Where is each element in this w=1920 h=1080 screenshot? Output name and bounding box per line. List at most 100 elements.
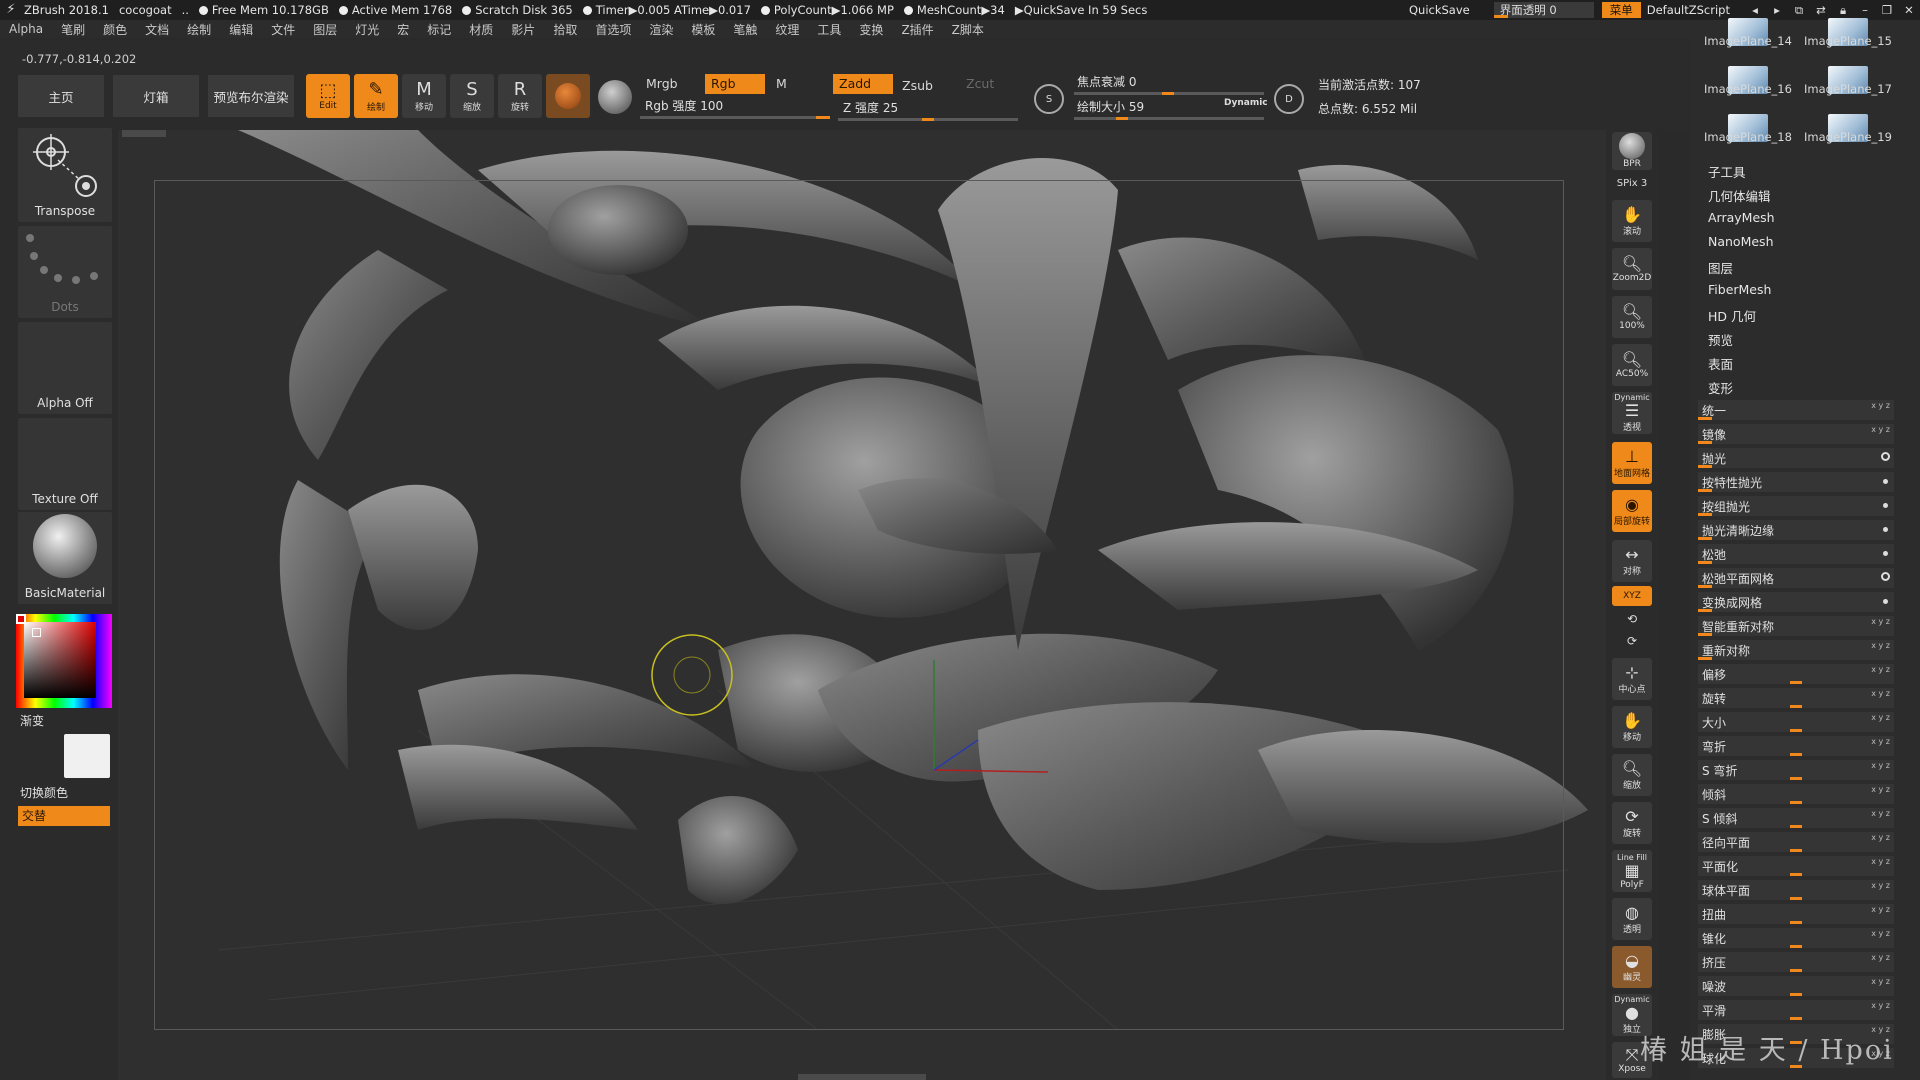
xyz-axis-toggle[interactable]: x y z (1871, 665, 1890, 674)
ghost-button[interactable]: ◒ 幽灵 (1612, 946, 1652, 988)
deformation-row[interactable]: 扭曲 x y z (1698, 904, 1894, 924)
dynamic-size-toggle[interactable]: Dynamic (1224, 98, 1268, 108)
menu-item[interactable]: Alpha (0, 22, 52, 36)
draw-button[interactable]: ✎ 绘制 (354, 74, 398, 118)
xyz-axis-toggle[interactable]: x y z (1871, 977, 1890, 986)
deformation-slider-knob[interactable] (1790, 801, 1802, 804)
option-ring-icon[interactable] (1881, 452, 1890, 461)
lock-icon[interactable]: 🔒︎ (1832, 3, 1854, 18)
deformation-row[interactable]: 旋转 x y z (1698, 688, 1894, 708)
xyz-axis-toggle[interactable]: x y z (1871, 857, 1890, 866)
lightbox-tab[interactable]: 灯箱 (113, 75, 199, 117)
deformation-row[interactable]: 弯折 x y z (1698, 736, 1894, 756)
menu-item[interactable]: 拾取 (544, 21, 586, 38)
deformation-slider-knob[interactable] (1790, 873, 1802, 876)
xyz-axis-toggle[interactable]: x y z (1871, 833, 1890, 842)
xyz-axis-toggle[interactable]: x y z (1871, 689, 1890, 698)
half-size-button[interactable]: 🔍︎ AC50% (1612, 344, 1652, 386)
deformation-slider-knob[interactable] (1790, 945, 1802, 948)
mrgb-toggle[interactable]: Mrgb (640, 74, 690, 94)
home-tab[interactable]: 主页 (18, 75, 104, 117)
deformation-slider-knob[interactable] (1790, 969, 1802, 972)
deformation-row[interactable]: 按特性抛光 (1698, 472, 1894, 492)
deformation-row[interactable]: 锥化 x y z (1698, 928, 1894, 948)
menu-item[interactable]: 笔刷 (52, 21, 94, 38)
deformation-row[interactable]: 松弛平面网格 (1698, 568, 1894, 588)
deformation-slider-knob[interactable] (1790, 753, 1802, 756)
move-view-button[interactable]: ✋ 移动 (1612, 706, 1652, 748)
deformation-row[interactable]: 噪波 x y z (1698, 976, 1894, 996)
menu-item[interactable]: 颜色 (94, 21, 136, 38)
focal-shift-knob[interactable] (1162, 92, 1174, 95)
deformation-row[interactable]: 平滑 x y z (1698, 1000, 1894, 1020)
deformation-row[interactable]: 变换成网格 (1698, 592, 1894, 612)
scroll-right-icon[interactable]: ▸ (1766, 3, 1788, 17)
deformation-slider-knob[interactable] (1790, 729, 1802, 732)
menu-button[interactable]: 菜单 (1601, 2, 1641, 18)
menu-item[interactable]: 标记 (418, 21, 460, 38)
deformation-slider-knob[interactable] (1790, 993, 1802, 996)
tool-submenu-item[interactable]: NanoMesh (1708, 234, 1774, 249)
scale-button[interactable]: S 缩放 (450, 74, 494, 118)
canvas-viewport[interactable] (118, 130, 1606, 1080)
texture-thumbnail[interactable]: Texture Off (18, 418, 112, 510)
rgb-intensity-slider[interactable] (640, 116, 830, 119)
main-color-swatch[interactable] (16, 614, 26, 624)
deformation-row[interactable]: 智能重新对称 x y z (1698, 616, 1894, 636)
alternate-button[interactable]: 交替 (18, 806, 110, 826)
tool-submenu-item[interactable]: 几何体编辑 (1708, 186, 1771, 205)
zsub-toggle[interactable]: Zsub (896, 76, 946, 96)
xyz-axis-toggle[interactable]: x y z (1871, 641, 1890, 650)
deformation-row[interactable]: S 倾斜 x y z (1698, 808, 1894, 828)
zadd-toggle[interactable]: Zadd (833, 74, 893, 94)
deformation-row[interactable]: 按组抛光 (1698, 496, 1894, 516)
window-swap-icon[interactable]: ⇄ (1810, 3, 1832, 17)
option-dot-icon[interactable] (1883, 599, 1888, 604)
switch-color-button[interactable]: 切换颜色 (20, 784, 68, 801)
brush-thumbnail[interactable]: Transpose (18, 128, 112, 222)
secondary-color-swatch[interactable] (64, 734, 110, 778)
xyz-axis-toggle[interactable]: x y z (1871, 425, 1890, 434)
move-button[interactable]: M 移动 (402, 74, 446, 118)
menu-item[interactable]: 宏 (388, 21, 418, 38)
restore-icon[interactable]: ❐ (1876, 3, 1898, 17)
deformation-row[interactable]: 偏移 x y z (1698, 664, 1894, 684)
image-plane-label[interactable]: ImagePlane_15 (1804, 34, 1892, 48)
z-intensity-knob[interactable] (922, 118, 934, 121)
bpr-button[interactable]: BPR (1612, 132, 1652, 170)
image-plane-label[interactable]: ImagePlane_17 (1804, 82, 1892, 96)
deformation-slider-knob[interactable] (1790, 705, 1802, 708)
layout-icon[interactable]: ⧉ (1788, 3, 1810, 18)
floor-grid-button[interactable]: ⊥ 地面网格 (1612, 442, 1652, 484)
tool-submenu-item[interactable]: 图层 (1708, 258, 1733, 277)
xyz-axis-toggle[interactable]: x y z (1871, 761, 1890, 770)
shading-sphere-icon[interactable] (598, 80, 632, 114)
deformation-row[interactable]: 抛光清晰边缘 (1698, 520, 1894, 540)
menu-item[interactable]: 纹理 (766, 21, 808, 38)
scale-view-button[interactable]: 🔍︎ 缩放 (1612, 754, 1652, 796)
scroll-button[interactable]: ✋ 滚动 (1612, 200, 1652, 242)
xyz-axis-toggle[interactable]: x y z (1871, 929, 1890, 938)
tool-submenu-item[interactable]: 变形 (1708, 378, 1733, 397)
scroll-left-icon[interactable]: ◂ (1744, 3, 1766, 17)
xyz-axis-toggle[interactable]: x y z (1871, 713, 1890, 722)
xyz-axis-toggle[interactable]: x y z (1871, 617, 1890, 626)
rgb-toggle[interactable]: Rgb (705, 74, 765, 94)
minimize-icon[interactable]: – (1854, 3, 1876, 17)
default-script-button[interactable]: DefaultZScript (1647, 3, 1730, 17)
menu-item[interactable]: 变换 (850, 21, 892, 38)
rotate-view-button[interactable]: ⟳ 旋转 (1612, 802, 1652, 844)
option-dot-icon[interactable] (1883, 479, 1888, 484)
deformation-row[interactable]: 倾斜 x y z (1698, 784, 1894, 804)
frame-button[interactable]: ⊹ 中心点 (1612, 658, 1652, 700)
deformation-slider-knob[interactable] (1790, 681, 1802, 684)
color-picker[interactable] (16, 614, 112, 708)
deformation-row[interactable]: 镜像 x y z (1698, 424, 1894, 444)
backface-mask-icon[interactable]: D (1274, 84, 1304, 114)
option-dot-icon[interactable] (1883, 503, 1888, 508)
menu-item[interactable]: 工具 (808, 21, 850, 38)
spix-label[interactable]: SPix 3 (1612, 178, 1652, 189)
image-plane-label[interactable]: ImagePlane_19 (1804, 130, 1892, 144)
transparency-button[interactable]: ◍ 透明 (1612, 898, 1652, 940)
xyz-axis-toggle[interactable]: x y z (1871, 881, 1890, 890)
